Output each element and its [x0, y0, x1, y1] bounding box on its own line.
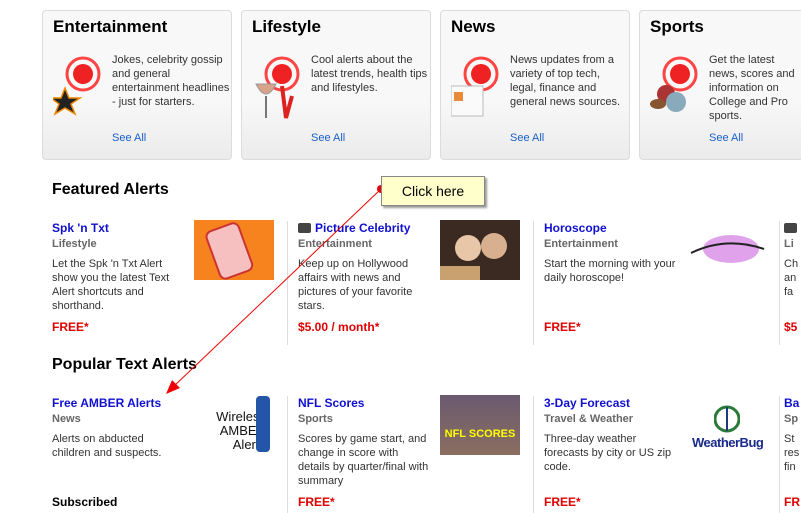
celebrity-photo	[440, 220, 520, 280]
alert-price: FREE*	[52, 320, 89, 334]
subscribed-status: Subscribed	[52, 495, 118, 509]
alert-description: Let the Spk 'n Txt Alert show you the la…	[52, 258, 170, 312]
card-title: Lifestyle	[252, 17, 321, 36]
card-description: Get the latest news, scores and informat…	[709, 54, 795, 122]
amber-profile-graphic	[256, 396, 270, 452]
alert-category: Li	[784, 238, 794, 250]
category-card-entertainment: Entertainment Jokes, celebrity gossip an…	[42, 10, 232, 160]
alert-title-link[interactable]: NFL Scores	[298, 396, 364, 410]
alert-price: $5	[784, 320, 798, 334]
popular-item: Ba Sp St res fin FR	[779, 396, 801, 513]
alert-price: FREE*	[298, 495, 335, 509]
star-bell-icon	[53, 56, 101, 116]
click-here-callout: Click here	[381, 176, 485, 206]
alert-title-link[interactable]: Free AMBER Alerts	[52, 396, 161, 410]
newspaper-bell-icon	[451, 56, 499, 117]
alert-category: News	[52, 413, 81, 425]
alert-description: St res fin	[784, 433, 800, 473]
wineglass-bell-icon	[255, 56, 300, 119]
popular-item: 3-Day Forecast Travel & Weather Three-da…	[533, 396, 779, 513]
popular-item: NFL Scores Sports Scores by game start, …	[287, 395, 533, 513]
alert-category: Lifestyle	[52, 238, 97, 250]
card-description: News updates from a variety of top tech,…	[510, 54, 621, 108]
category-card-sports: Sports Get the latest news, scores and i…	[639, 10, 801, 160]
alert-description: Alerts on abducted children and suspects…	[52, 433, 162, 459]
featured-item: Horoscope Entertainment Start the mornin…	[533, 221, 779, 345]
alert-description: Start the morning with your daily horosc…	[544, 258, 676, 284]
featured-item: Picture Celebrity Entertainment Keep up …	[287, 220, 533, 345]
see-all-link[interactable]: See All	[709, 132, 743, 144]
alert-description: Scores by game start, and change in scor…	[298, 433, 429, 487]
alert-category: Travel & Weather	[544, 413, 634, 425]
alert-title-link[interactable]: Horoscope	[544, 221, 607, 235]
alert-title-link[interactable]: Spk 'n Txt	[52, 221, 109, 235]
alert-title-link[interactable]: Picture Celebrity	[298, 221, 410, 235]
see-all-link[interactable]: See All	[510, 132, 544, 144]
featured-alerts-heading: Featured Alerts	[52, 181, 169, 198]
alert-price: FREE*	[544, 320, 581, 334]
nfl-scores-image: NFL SCORES	[440, 395, 520, 455]
alert-description: Keep up on Hollywood affairs with news a…	[298, 258, 413, 312]
alert-title-link[interactable]: Ba	[784, 396, 801, 410]
featured-item: Li Ch an fa $5	[779, 221, 801, 345]
featured-item: Spk 'n Txt Lifestyle Let the Spk 'n Txt …	[52, 220, 298, 345]
camera-icon	[784, 223, 797, 233]
astrology-logo	[690, 235, 765, 263]
camera-icon	[298, 223, 311, 233]
arrowhead-icon	[166, 380, 180, 394]
weatherbug-logo: WeatherBug	[692, 435, 764, 450]
see-all-link[interactable]: See All	[311, 132, 345, 144]
alert-price: FR	[784, 495, 800, 509]
popular-item: Free AMBER Alerts News Alerts on abducte…	[52, 396, 298, 513]
card-title: News	[451, 17, 496, 36]
alert-price: FREE*	[544, 495, 581, 509]
alert-category: Entertainment	[298, 238, 372, 250]
category-card-news: News News updates from a variety of top …	[440, 10, 630, 160]
phone-image	[194, 220, 274, 280]
category-card-lifestyle: Lifestyle Cool alerts about the latest t…	[241, 10, 431, 160]
popular-alerts-heading: Popular Text Alerts	[52, 356, 197, 373]
balls-bell-icon	[650, 56, 698, 112]
alert-title-link[interactable]: 3-Day Forecast	[544, 396, 630, 410]
alert-description: Ch an fa	[784, 258, 799, 298]
alert-description: Three-day weather forecasts by city or U…	[544, 433, 672, 473]
alert-price: $5.00 / month*	[298, 320, 380, 334]
card-title: Entertainment	[53, 17, 168, 36]
alert-category: Sports	[298, 413, 333, 425]
alert-category: Entertainment	[544, 238, 618, 250]
card-title: Sports	[650, 17, 704, 36]
card-description: Jokes, celebrity gossip and general ente…	[112, 54, 230, 108]
alert-category: Sp	[784, 413, 799, 425]
card-description: Cool alerts about the latest trends, hea…	[311, 54, 428, 94]
see-all-link[interactable]: See All	[112, 132, 146, 144]
weatherbug-icon	[714, 405, 740, 433]
